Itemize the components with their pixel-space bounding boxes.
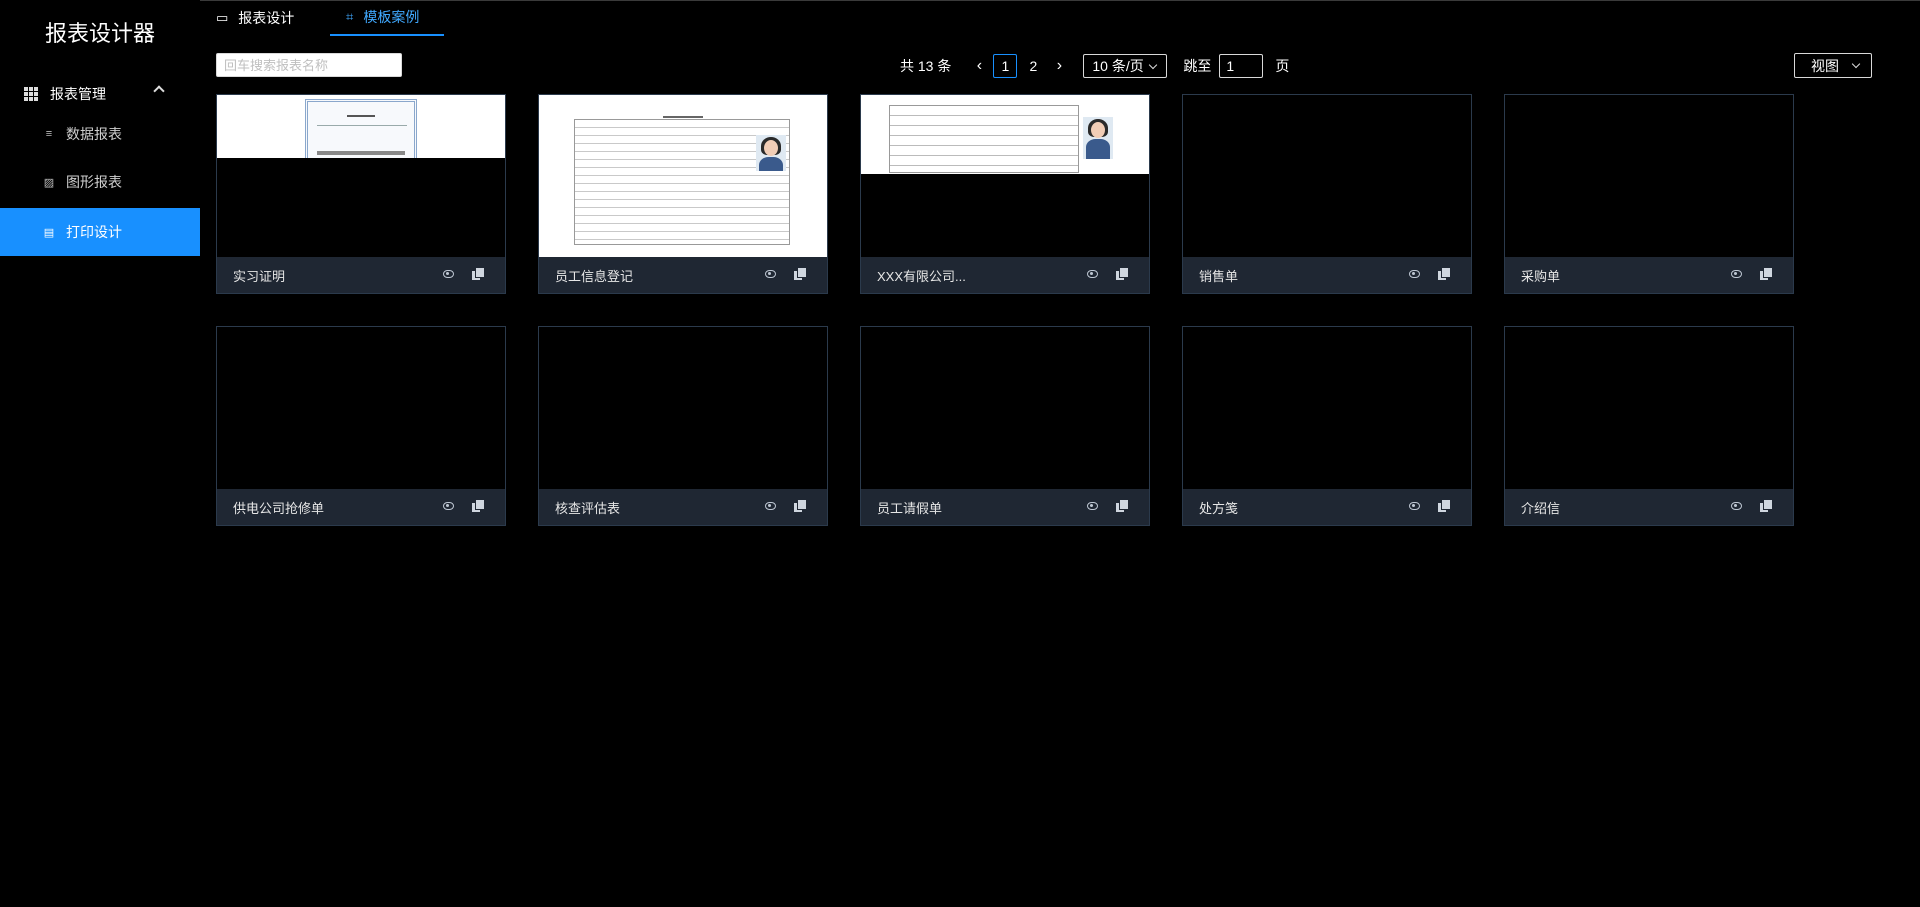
jump-label: 跳至 bbox=[1183, 58, 1212, 74]
template-thumbnail bbox=[861, 327, 1149, 489]
eye-icon[interactable] bbox=[443, 502, 454, 510]
template-thumbnail bbox=[1505, 95, 1793, 257]
card-footer: 实习证明 bbox=[217, 257, 505, 293]
card-footer: 员工请假单 bbox=[861, 489, 1149, 525]
template-card[interactable]: 核查评估表 bbox=[538, 326, 828, 526]
card-title: 实习证明 bbox=[233, 268, 286, 284]
card-title: 供电公司抢修单 bbox=[233, 500, 325, 516]
template-card[interactable]: 实习证明 bbox=[216, 94, 506, 294]
sidebar-item-data-report[interactable]: ≡ 数据报表 bbox=[0, 110, 200, 158]
printer-icon: ▤ bbox=[43, 226, 55, 239]
tab-label: 报表设计 bbox=[238, 10, 295, 26]
chevron-right-icon[interactable]: › bbox=[1047, 54, 1071, 78]
pagination-total: 共 13 条 bbox=[900, 58, 952, 74]
card-title: 员工请假单 bbox=[877, 500, 943, 516]
sidebar-item-chart-report[interactable]: ▨ 图形报表 bbox=[0, 158, 200, 206]
sidebar-item-label: 数据报表 bbox=[66, 126, 122, 142]
eye-icon[interactable] bbox=[1087, 270, 1098, 278]
app-title: 报表设计器 bbox=[44, 21, 155, 46]
image-icon: ▨ bbox=[43, 176, 55, 189]
copy-icon[interactable] bbox=[1760, 268, 1772, 280]
search-input[interactable] bbox=[216, 53, 402, 77]
card-footer: 介绍信 bbox=[1505, 489, 1793, 525]
copy-icon[interactable] bbox=[794, 268, 806, 280]
view-dropdown-button[interactable]: 视图 bbox=[1794, 53, 1872, 78]
menu-group-label: 报表管理 bbox=[50, 86, 106, 102]
template-card[interactable]: XXX有限公司... bbox=[860, 94, 1150, 294]
eye-icon[interactable] bbox=[1731, 502, 1742, 510]
template-card[interactable]: 介绍信 bbox=[1504, 326, 1794, 526]
eye-icon[interactable] bbox=[1087, 502, 1098, 510]
chevron-left-icon[interactable]: ‹ bbox=[967, 54, 991, 78]
company-form-preview bbox=[861, 95, 1149, 174]
list-icon: ≡ bbox=[45, 128, 53, 140]
template-icon: ⌗ bbox=[346, 9, 354, 24]
template-card[interactable]: 采购单 bbox=[1504, 94, 1794, 294]
template-thumbnail bbox=[217, 327, 505, 489]
eye-icon[interactable] bbox=[765, 270, 776, 278]
card-title: XXX有限公司... bbox=[877, 268, 966, 284]
tab-label: 模板案例 bbox=[363, 9, 420, 25]
copy-icon[interactable] bbox=[472, 268, 484, 280]
template-card[interactable]: 供电公司抢修单 bbox=[216, 326, 506, 526]
template-card[interactable]: 处方笺 bbox=[1182, 326, 1472, 526]
card-title: 核查评估表 bbox=[555, 500, 621, 516]
copy-icon[interactable] bbox=[1438, 268, 1450, 280]
card-title: 处方笺 bbox=[1199, 500, 1239, 516]
eye-icon[interactable] bbox=[765, 502, 776, 510]
sidebar-item-print-design[interactable]: ▤ 打印设计 bbox=[0, 208, 200, 256]
card-footer: 销售单 bbox=[1183, 257, 1471, 293]
card-title: 采购单 bbox=[1521, 268, 1561, 284]
page-size-select[interactable]: 10 条/页 bbox=[1083, 54, 1168, 78]
page-1-button[interactable]: 1 bbox=[993, 54, 1018, 78]
card-footer: 采购单 bbox=[1505, 257, 1793, 293]
card-footer: 供电公司抢修单 bbox=[217, 489, 505, 525]
card-title: 销售单 bbox=[1199, 268, 1239, 284]
copy-icon[interactable] bbox=[1116, 500, 1128, 512]
template-card[interactable]: 员工请假单 bbox=[860, 326, 1150, 526]
card-footer: 核查评估表 bbox=[539, 489, 827, 525]
employee-form-preview bbox=[539, 95, 827, 257]
monitor-icon: ▭ bbox=[216, 10, 229, 25]
eye-icon[interactable] bbox=[443, 270, 454, 278]
page-size-value: 10 条/页 bbox=[1092, 58, 1144, 74]
copy-icon[interactable] bbox=[794, 500, 806, 512]
sidebar-item-label: 图形报表 bbox=[66, 174, 122, 190]
chevron-down-icon bbox=[1851, 59, 1861, 69]
eye-icon[interactable] bbox=[1409, 502, 1420, 510]
certificate-preview bbox=[217, 95, 505, 158]
tab-template-cases[interactable]: ⌗ 模板案例 bbox=[330, 0, 444, 36]
card-footer: XXX有限公司... bbox=[861, 257, 1149, 293]
template-card[interactable]: 员工信息登记 bbox=[538, 94, 828, 294]
template-thumbnail bbox=[539, 95, 827, 257]
template-thumbnail bbox=[217, 95, 505, 257]
template-thumbnail bbox=[1183, 95, 1471, 257]
copy-icon[interactable] bbox=[1760, 500, 1772, 512]
page-word: 页 bbox=[1275, 58, 1290, 74]
card-footer: 处方笺 bbox=[1183, 489, 1471, 525]
pagination: 共 13 条 ‹ 1 2 › 10 条/页 跳至 页 bbox=[900, 54, 1289, 78]
template-card[interactable]: 销售单 bbox=[1182, 94, 1472, 294]
view-button-label: 视图 bbox=[1811, 57, 1839, 74]
card-footer: 员工信息登记 bbox=[539, 257, 827, 293]
card-title: 员工信息登记 bbox=[555, 268, 634, 284]
template-thumbnail bbox=[539, 327, 827, 489]
chevron-down-icon bbox=[1149, 60, 1158, 70]
grid-icon bbox=[24, 87, 38, 101]
copy-icon[interactable] bbox=[472, 500, 484, 512]
template-thumbnail bbox=[1505, 327, 1793, 489]
page-2-button[interactable]: 2 bbox=[1021, 54, 1045, 78]
template-thumbnail bbox=[861, 95, 1149, 257]
tab-report-design[interactable]: ▭ 报表设计 bbox=[216, 0, 294, 36]
jump-page-input[interactable] bbox=[1219, 54, 1264, 78]
copy-icon[interactable] bbox=[1438, 500, 1450, 512]
chevron-up-icon[interactable] bbox=[153, 85, 165, 97]
template-thumbnail bbox=[1183, 327, 1471, 489]
copy-icon[interactable] bbox=[1116, 268, 1128, 280]
eye-icon[interactable] bbox=[1731, 270, 1742, 278]
card-title: 介绍信 bbox=[1521, 500, 1561, 516]
eye-icon[interactable] bbox=[1409, 270, 1420, 278]
sidebar: 报表设计器 报表管理 ≡ 数据报表 ▨ 图形报表 ▤ 打印设计 bbox=[0, 0, 200, 907]
sidebar-item-label: 打印设计 bbox=[66, 224, 122, 240]
